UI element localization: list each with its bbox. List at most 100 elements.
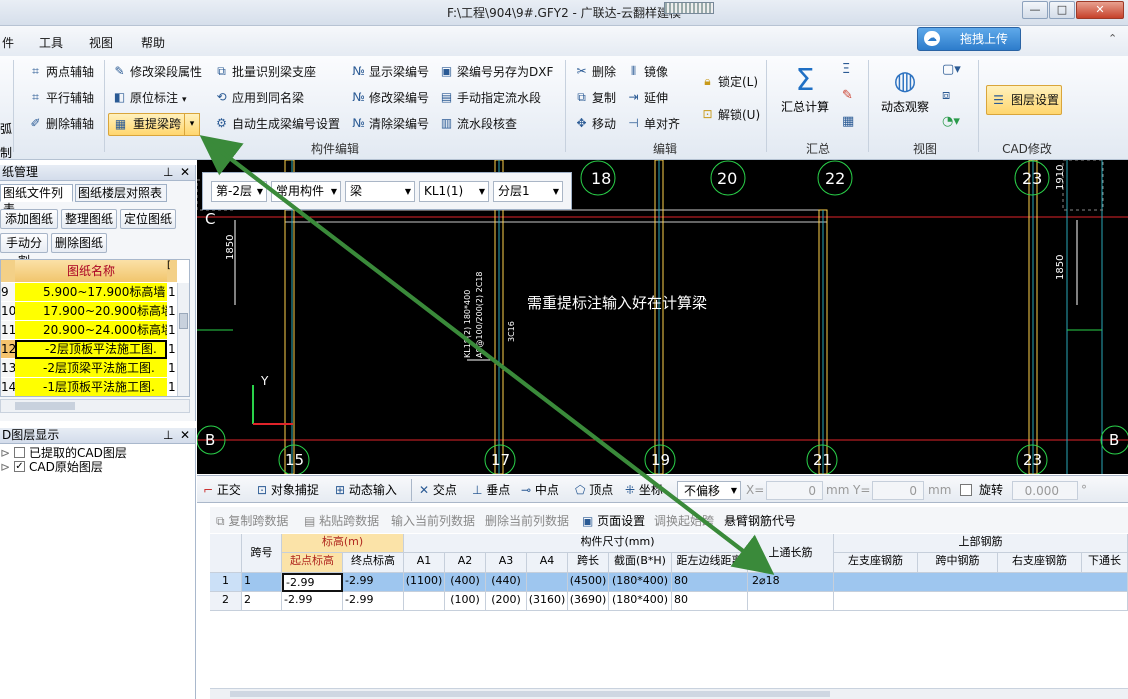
copy-span-data-button[interactable]: ⧉ 复制跨数据 (216, 512, 288, 529)
cell-a3[interactable]: (440) (486, 573, 527, 592)
cell-left-distance[interactable]: 80 (672, 592, 748, 611)
flow-section-check-button[interactable]: ▥ 流水段核查 (437, 114, 517, 136)
cell-span-length[interactable]: (4500) (568, 573, 609, 592)
dynamic-input-toggle[interactable]: ⊞ 动态输入 (335, 481, 397, 500)
y-input[interactable]: 0 (872, 481, 924, 500)
offset-select[interactable]: 不偏移 ▼ (677, 481, 741, 500)
align-button[interactable]: ⊣ 单对齐 (624, 114, 680, 136)
component-select[interactable]: KL1(1) ▼ (419, 181, 489, 202)
floor-select[interactable]: 第-2层 ▼ (211, 181, 267, 202)
cell-section[interactable]: (180*400) (609, 573, 672, 592)
re-extract-dropdown-icon[interactable]: ▾ (184, 113, 200, 136)
swap-start-span-button[interactable]: 调换起始跨 (654, 512, 714, 529)
delete-column-button[interactable]: 删除当前列数据 (485, 512, 569, 529)
scrollbar-thumb[interactable] (15, 402, 75, 410)
close-icon[interactable]: ✕ (180, 165, 190, 180)
manual-split-button[interactable]: 手动分割 (0, 233, 48, 268)
cell-start-elevation[interactable]: -2.99 (282, 573, 343, 592)
paste-span-data-button[interactable]: ▤ 粘贴跨数据 (304, 512, 379, 529)
quick-access-icon[interactable] (664, 2, 714, 14)
lock-button[interactable]: 🔒︎ 锁定(L) (698, 72, 758, 94)
delete-drawing-button[interactable]: 删除图纸 (51, 233, 107, 253)
coordinate-snap[interactable]: ⁜ 坐标 (625, 481, 663, 500)
cell-span[interactable]: 1 (242, 573, 282, 592)
cell-left-distance[interactable]: 80 (672, 573, 748, 592)
checkbox-checked[interactable]: ✓ (14, 461, 25, 472)
scrollbar[interactable] (177, 283, 189, 396)
tree-expander-icon[interactable]: ⊳ (0, 446, 10, 460)
auto-number-setting-button[interactable]: ⚙ 自动生成梁编号设置 (212, 114, 340, 136)
summary-calc-button[interactable]: Σ 汇总计算 (774, 64, 836, 115)
cell-a3[interactable]: (200) (486, 592, 527, 611)
inplace-annotation-button[interactable]: ◧ 原位标注 ▾ (110, 88, 187, 110)
ribbon-collapse-icon[interactable]: ⌃ (1108, 32, 1117, 45)
menu-file[interactable]: 件 (2, 34, 14, 51)
close-icon[interactable]: ✕ (180, 428, 190, 443)
pin-icon[interactable]: ⊥ (163, 428, 173, 443)
cell-a2[interactable]: (100) (445, 592, 486, 611)
menu-help[interactable]: 帮助 (141, 34, 165, 51)
perpendicular-snap[interactable]: ⊥ 垂点 (472, 481, 510, 500)
clear-beam-number-button[interactable]: № 清除梁编号 (349, 114, 429, 136)
horizontal-scrollbar[interactable] (0, 399, 190, 413)
table-horizontal-scrollbar[interactable] (210, 688, 1128, 699)
cad-drawing-canvas[interactable]: 18 20 22 23 15 17 19 21 23 B B C 1850 18… (197, 160, 1128, 474)
cell-upper-rebar[interactable] (834, 573, 1128, 592)
rotate-checkbox[interactable] (960, 484, 972, 496)
midpoint-snap[interactable]: ⊸ 中点 (521, 481, 559, 500)
table-row[interactable]: 10 17.900~20.900标高墙 1 (1, 302, 177, 321)
cell-start-elevation[interactable]: -2.99 (282, 592, 343, 611)
type-select[interactable]: 梁 ▼ (345, 181, 415, 202)
layer-item-original[interactable]: ⊳ ✓ CAD原始图层 (0, 460, 195, 474)
cell-end-elevation[interactable]: -2.99 (343, 592, 404, 611)
delete-button[interactable]: ✂ 删除 (572, 62, 616, 84)
two-point-aux-axis-button[interactable]: ⌗ 两点辅轴 (26, 62, 94, 84)
intersection-snap[interactable]: ✕ 交点 (419, 481, 457, 500)
show-beam-number-button[interactable]: № 显示梁编号 (349, 62, 429, 84)
cell-a1[interactable] (404, 592, 445, 611)
cell-top-through-bar[interactable]: 2⌀18 (748, 573, 834, 592)
move-button[interactable]: ✥ 移动 (572, 114, 616, 136)
locate-drawing-button[interactable]: 定位图纸 (120, 209, 176, 229)
parallel-aux-axis-button[interactable]: ⌗ 平行辅轴 (26, 88, 94, 110)
dynamic-observe-button[interactable]: ◍ 动态观察 (876, 64, 934, 115)
tab-floor-map[interactable]: 图纸楼层对照表 (75, 184, 167, 202)
scrollbar-thumb[interactable] (179, 313, 188, 329)
cell-upper-rebar[interactable] (834, 592, 1128, 611)
layer-select[interactable]: 分层1 ▼ (493, 181, 563, 202)
mirror-button[interactable]: ⫴ 镜像 (624, 62, 668, 84)
object-snap-toggle[interactable]: ⊡ 对象捕捉 (257, 481, 319, 500)
add-drawing-button[interactable]: 添加图纸 (0, 209, 58, 229)
rotate-input[interactable]: 0.000 (1012, 481, 1078, 500)
cell-a1[interactable]: (1100) (404, 573, 445, 592)
minimize-button[interactable]: — (1022, 1, 1048, 19)
menu-tools[interactable]: 工具 (39, 34, 63, 51)
cell-top-through-bar[interactable] (748, 592, 834, 611)
cell-span-length[interactable]: (3690) (568, 592, 609, 611)
save-dxf-button[interactable]: ▣ 梁编号另存为DXF (437, 62, 554, 84)
cell-a4[interactable]: (3160) (527, 592, 568, 611)
extend-button[interactable]: ⇥ 延伸 (624, 88, 668, 110)
pen-icon[interactable]: ✎ (842, 88, 853, 103)
manual-flow-section-button[interactable]: ▤ 手动指定流水段 (437, 88, 541, 110)
input-column-button[interactable]: 输入当前列数据 (391, 512, 475, 529)
cube-icon[interactable]: ▢▾ (942, 62, 961, 77)
close-button[interactable]: ✕ (1076, 1, 1124, 19)
layer-settings-button[interactable]: ☰ 图层设置 (986, 85, 1062, 115)
table-icon[interactable]: ▦ (842, 114, 854, 129)
x-input[interactable]: 0 (766, 481, 823, 500)
maximize-button[interactable]: □ (1049, 1, 1075, 19)
table-row[interactable]: 11 20.900~24.000标高墙 1 (1, 321, 177, 340)
upload-button[interactable]: ☁ 拖拽上传 (917, 27, 1021, 51)
unlock-button[interactable]: ⊡ 解锁(U) (698, 105, 760, 127)
scrollbar-thumb[interactable] (230, 691, 830, 697)
tree-expander-icon[interactable]: ⊳ (0, 460, 10, 474)
cell-span[interactable]: 2 (242, 592, 282, 611)
organize-drawing-button[interactable]: 整理图纸 (61, 209, 117, 229)
batch-identify-support-button[interactable]: ⧉ 批量识别梁支座 (212, 62, 316, 84)
layer-item-extracted[interactable]: ⊳ 已提取的CAD图层 (0, 446, 195, 460)
calc-icon[interactable]: Ξ (842, 62, 850, 77)
pin-icon[interactable]: ⊥ (163, 165, 173, 180)
category-select[interactable]: 常用构件 ▼ (271, 181, 341, 202)
cell-a4[interactable] (527, 573, 568, 592)
